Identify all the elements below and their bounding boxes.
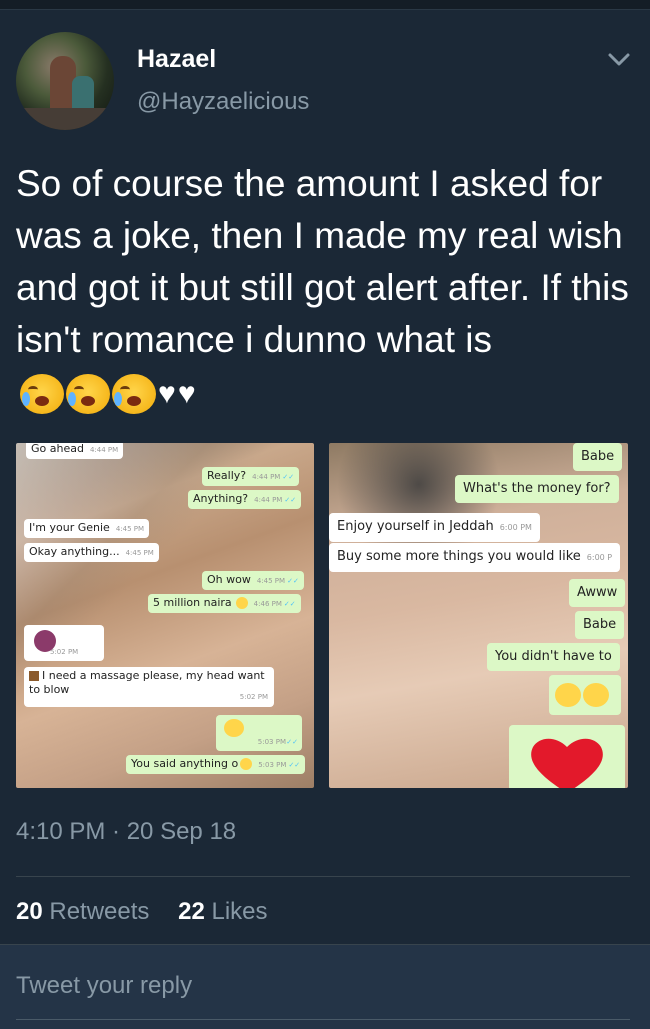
chat-message: 5 million naira 4:46 PM ✓✓ [148, 594, 301, 613]
loudly-crying-face-icon [583, 683, 609, 707]
chat-message: Enjoy yourself in Jeddah 6:00 PM [329, 513, 540, 542]
red-heart-icon [531, 738, 603, 788]
chevron-down-icon[interactable] [607, 50, 631, 70]
person-emoji-icon [34, 630, 56, 652]
likes-count: 22 [178, 898, 205, 925]
tweet-emoji-row: ♥ ♥ [20, 374, 196, 415]
chat-message: What's the money for? [455, 475, 619, 503]
author-name[interactable]: Hazael [137, 45, 216, 74]
laughing-face-icon [224, 719, 244, 737]
chat-message: Anything? 4:44 PM ✓✓ [188, 490, 302, 509]
grimacing-face-icon [240, 758, 253, 770]
chat-message: Awww [569, 579, 626, 607]
smiling-face-icon [235, 597, 248, 609]
loudly-crying-face-icon [66, 374, 110, 415]
person-facepalm-icon [29, 671, 39, 681]
chat-message: I need a massage please, my head want to… [24, 667, 274, 707]
author-avatar[interactable] [16, 32, 114, 130]
loudly-crying-face-icon [555, 683, 581, 707]
retweets-label: Retweets [49, 898, 150, 925]
white-heart-icon: ♥ [177, 377, 196, 411]
chat-message: 5:03 PM ✓✓ [216, 715, 302, 751]
chat-screenshot-left[interactable]: Go ahead 4:44 PM Really? 4:44 PM ✓✓ Anythin… [16, 443, 314, 788]
retweets-stat[interactable]: 20 Retweets [16, 898, 149, 925]
reply-input[interactable]: Tweet your reply [16, 972, 192, 1000]
avatar-ground [16, 108, 114, 130]
top-edge [0, 0, 650, 10]
chat-message: Buy some more things you would like 6:00 … [329, 543, 621, 572]
chat-message: Babe [573, 443, 623, 471]
reply-input-underline [16, 1019, 630, 1020]
chat-message: Really? 4:44 PM ✓✓ [202, 467, 300, 486]
chat-message: Okay anything... 4:45 PM [24, 543, 159, 562]
tweet-stats: 20 Retweets 22 Likes [16, 898, 268, 926]
retweets-count: 20 [16, 898, 43, 925]
chat-message: Babe [575, 611, 625, 639]
loudly-crying-face-icon [112, 374, 156, 415]
tweet-text: So of course the amount I asked for was … [16, 163, 629, 360]
tweet-body: So of course the amount I asked for was … [16, 158, 631, 418]
chat-message: You didn't have to [487, 643, 620, 671]
loudly-crying-face-icon [20, 374, 64, 415]
chat-message [549, 675, 621, 715]
chat-screenshot-right[interactable]: Babe What's the money for? Enjoy yoursel… [329, 443, 628, 788]
divider [16, 876, 630, 877]
chat-message: You said anything o 5:03 PM ✓✓ [126, 755, 306, 774]
chat-message: Go ahead 4:44 PM [26, 443, 124, 459]
likes-stat[interactable]: 22 Likes [178, 898, 267, 925]
author-handle[interactable]: @Hayzaelicious [137, 88, 309, 116]
likes-label: Likes [211, 898, 268, 925]
chat-message: I'm your Genie 4:45 PM [24, 519, 150, 538]
tweet-timestamp[interactable]: 4:10 PM · 20 Sep 18 [16, 818, 236, 846]
chat-message: Oh wow 4:45 PM ✓✓ [202, 571, 304, 590]
white-heart-icon: ♥ [158, 377, 176, 411]
